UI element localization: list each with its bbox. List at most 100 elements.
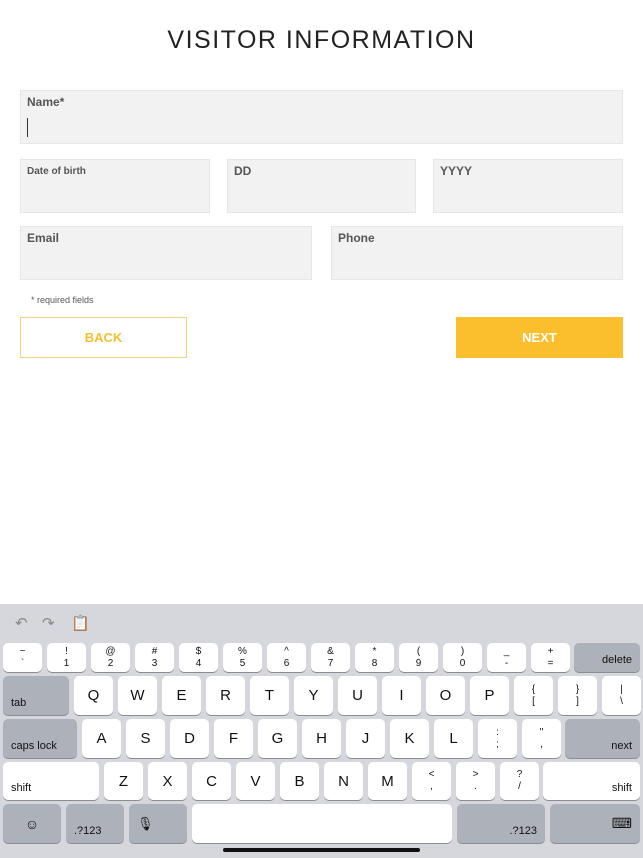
year-field[interactable]: YYYY — [433, 159, 623, 213]
key-row1-11[interactable]: _ - — [487, 643, 526, 672]
key-row4-7[interactable]: <, — [412, 762, 451, 800]
key-row4-8[interactable]: >. — [456, 762, 495, 800]
next-button[interactable]: NEXT — [456, 317, 623, 358]
key-h[interactable]: H — [302, 719, 341, 758]
key-label: ^ 6 — [283, 645, 290, 669]
key-f[interactable]: F — [214, 719, 253, 758]
key-row2-10[interactable]: {[ — [514, 676, 553, 715]
key-label: ? / — [516, 769, 523, 792]
key-g-label: G — [271, 730, 284, 747]
back-button[interactable]: BACK — [20, 317, 187, 358]
yyyy-label: YYYY — [440, 164, 473, 178]
key-row1-1[interactable]: ! 1 — [47, 643, 86, 672]
name-label: Name* — [27, 95, 65, 109]
key-row4-9[interactable]: ? / — [500, 762, 539, 800]
space-key[interactable] — [192, 804, 452, 843]
delete-key[interactable]: delete — [574, 643, 640, 672]
key-u[interactable]: U — [338, 676, 377, 715]
key-label: _ - — [503, 645, 510, 669]
key-row1-10[interactable]: ) 0 — [443, 643, 482, 672]
emoji-icon: ☺ — [24, 815, 40, 832]
key-t[interactable]: T — [250, 676, 289, 715]
key-row1-0[interactable]: ~ ` — [3, 643, 42, 672]
dictation-key[interactable]: 🎙 — [129, 804, 187, 843]
key-q[interactable]: Q — [74, 676, 113, 715]
key-row3-9[interactable]: :; — [478, 719, 517, 758]
key-x[interactable]: X — [148, 762, 187, 800]
on-screen-keyboard: ↶ ↷ 📋 ~ ` ! 1 @2 #3 $4 % 5 ^ 6 & 7 * 8 (9 ) 0 _ - + = delete ta… — [0, 604, 643, 858]
key-b[interactable]: B — [280, 762, 319, 800]
undo-icon[interactable]: ↶ — [15, 614, 28, 632]
key-g[interactable]: G — [258, 719, 297, 758]
key-row1-6[interactable]: ^ 6 — [267, 643, 306, 672]
phone-label: Phone — [338, 231, 375, 245]
key-l[interactable]: L — [434, 719, 473, 758]
key-r[interactable]: R — [206, 676, 245, 715]
date-of-birth-field[interactable]: Date of birth — [20, 159, 210, 213]
key-z-label: Z — [118, 772, 129, 790]
key-j[interactable]: J — [346, 719, 385, 758]
key-d[interactable]: D — [170, 719, 209, 758]
key-a[interactable]: A — [82, 719, 121, 758]
key-y[interactable]: Y — [294, 676, 333, 715]
next-key[interactable]: next — [565, 719, 640, 758]
shift-right-key[interactable]: shift — [543, 762, 640, 800]
tab-key[interactable]: tab — [3, 676, 69, 715]
key-row1-7[interactable]: & 7 — [311, 643, 350, 672]
paste-icon[interactable]: 📋 — [71, 614, 90, 632]
email-field[interactable]: Email — [20, 226, 312, 280]
key-row2-11[interactable]: }] — [558, 676, 597, 715]
email-label: Email — [27, 231, 60, 245]
shift-right-key-label: shift — [611, 782, 632, 794]
key-o[interactable]: O — [426, 676, 465, 715]
text-cursor — [27, 118, 28, 137]
key-i[interactable]: I — [382, 676, 421, 715]
numbers-key-right[interactable]: .?123 — [457, 804, 545, 843]
next-key-label: next — [611, 740, 632, 752]
key-row1-2[interactable]: @2 — [91, 643, 130, 672]
key-k[interactable]: K — [390, 719, 429, 758]
key-row1-3[interactable]: #3 — [135, 643, 174, 672]
day-field[interactable]: DD — [227, 159, 416, 213]
key-p[interactable]: P — [470, 676, 509, 715]
key-row1-12[interactable]: + = — [531, 643, 570, 672]
key-e[interactable]: E — [162, 676, 201, 715]
key-row1-4[interactable]: $4 — [179, 643, 218, 672]
shift-left-key[interactable]: shift — [3, 762, 99, 800]
numbers-key-left[interactable]: .?123 — [66, 804, 124, 843]
key-label: }] — [575, 683, 580, 707]
key-label: :; — [496, 726, 499, 750]
key-row2-12[interactable]: | \ — [602, 676, 641, 715]
key-l-label: L — [449, 730, 458, 747]
key-w[interactable]: W — [118, 676, 157, 715]
key-z[interactable]: Z — [104, 762, 143, 800]
name-field[interactable]: Name* — [20, 90, 623, 144]
microphone-icon: 🎙 — [137, 815, 154, 831]
key-d-label: D — [184, 730, 195, 747]
emoji-key[interactable]: ☺ — [3, 804, 61, 843]
key-row1-5[interactable]: % 5 — [223, 643, 262, 672]
key-label: ) 0 — [459, 645, 466, 669]
key-label: @2 — [105, 645, 116, 669]
caps-lock-key[interactable]: caps lock — [3, 719, 77, 758]
key-v-label: V — [250, 772, 261, 790]
phone-field[interactable]: Phone — [331, 226, 623, 280]
key-p-label: P — [484, 687, 495, 704]
redo-icon[interactable]: ↷ — [42, 614, 55, 632]
key-row1-9[interactable]: (9 — [399, 643, 438, 672]
numbers-key-left-label: .?123 — [74, 825, 102, 837]
key-label: #3 — [151, 645, 158, 669]
key-row1-8[interactable]: * 8 — [355, 643, 394, 672]
key-label: >. — [472, 769, 479, 792]
key-n[interactable]: N — [324, 762, 363, 800]
key-label: % 5 — [238, 645, 247, 669]
key-m[interactable]: M — [368, 762, 407, 800]
key-c[interactable]: C — [192, 762, 231, 800]
key-v[interactable]: V — [236, 762, 275, 800]
key-e-label: E — [176, 687, 187, 704]
key-label: (9 — [415, 645, 422, 669]
dismiss-keyboard-key[interactable]: ⌨ — [550, 804, 640, 843]
key-s[interactable]: S — [126, 719, 165, 758]
key-label: ~ ` — [19, 645, 26, 669]
key-row3-10[interactable]: ", — [522, 719, 561, 758]
